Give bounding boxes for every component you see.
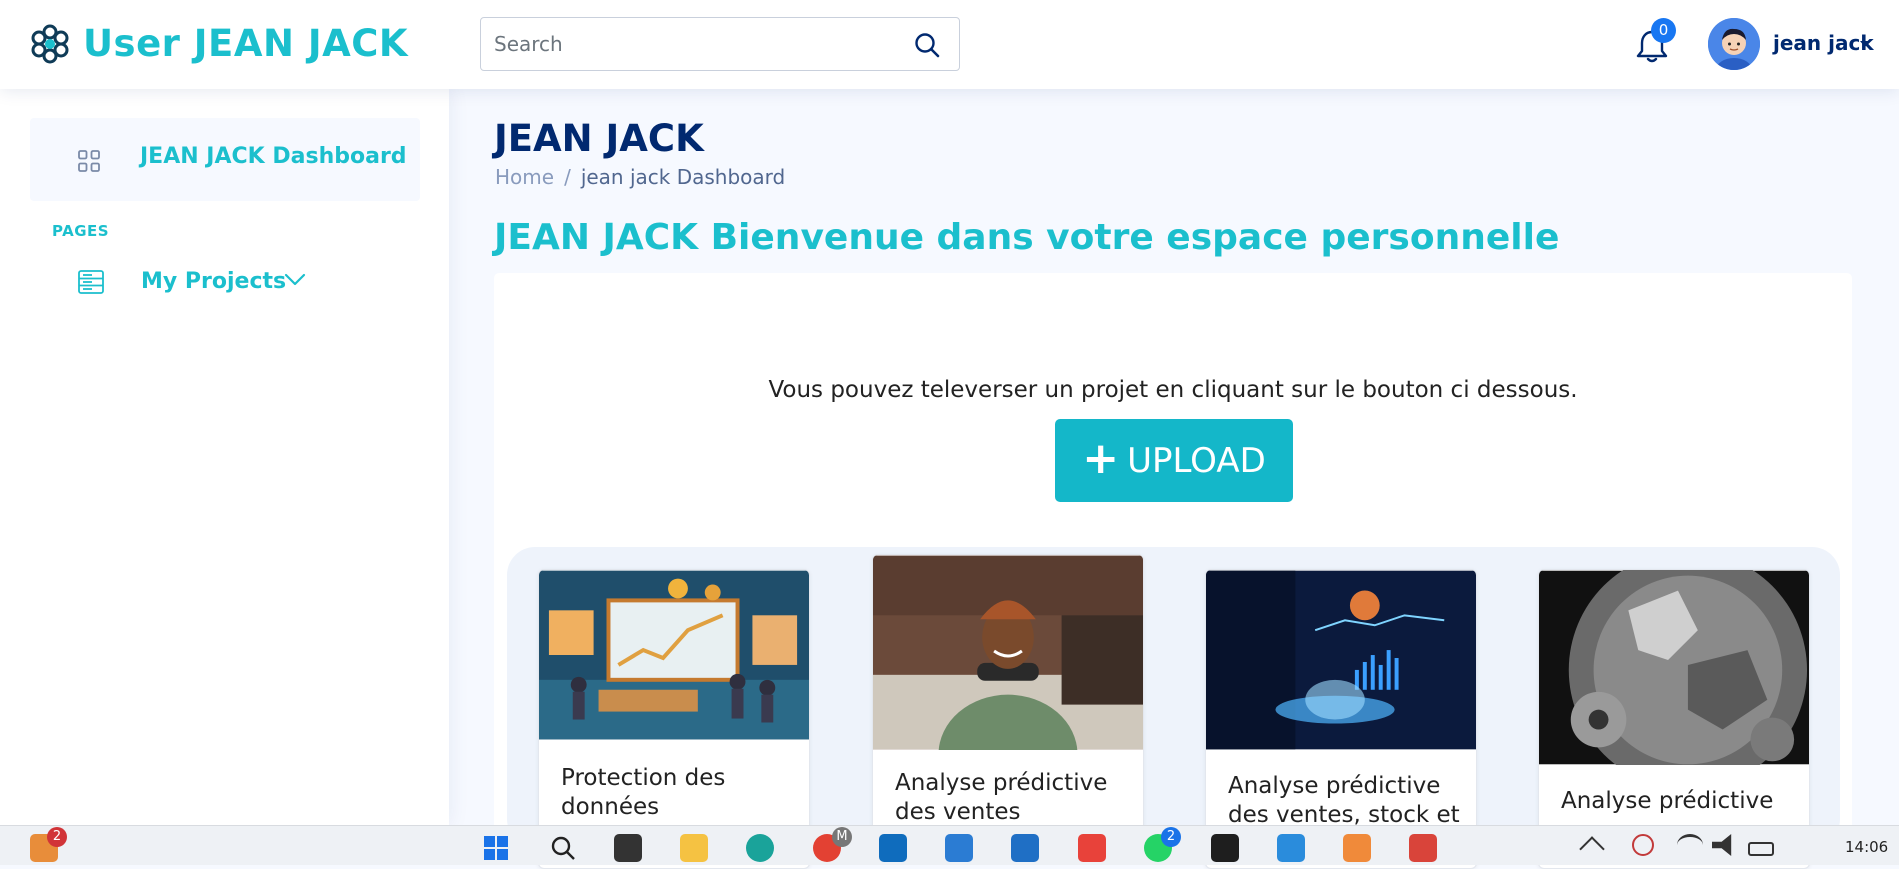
chrome-profile-badge: M xyxy=(832,827,852,847)
page-title: JEAN JACK xyxy=(494,117,704,160)
xampp-icon[interactable] xyxy=(1343,834,1371,862)
project-image-gears xyxy=(1539,570,1809,790)
anydesk-icon[interactable] xyxy=(1078,834,1106,862)
breadcrumb: Home / jean jack Dashboard xyxy=(495,165,785,189)
windows-start-icon[interactable] xyxy=(482,834,510,862)
search-icon[interactable] xyxy=(913,31,941,59)
caret-down-icon[interactable] xyxy=(1860,41,1870,47)
weather-badge: 2 xyxy=(47,827,67,847)
project-image-sales-student xyxy=(873,555,1143,814)
store-icon[interactable] xyxy=(1011,834,1039,862)
battery-icon[interactable] xyxy=(1748,842,1774,856)
content-card: Vous pouvez televerser un projet en cliq… xyxy=(494,273,1852,869)
outlook-new-icon[interactable] xyxy=(945,834,973,862)
taskbar-search-icon[interactable] xyxy=(549,834,577,862)
project-image-sales-stock xyxy=(1206,570,1476,750)
clock[interactable]: 14:06 xyxy=(1845,838,1888,856)
sidebar: JEAN JACK Dashboard PAGES My Projects xyxy=(0,89,449,825)
projects-grid: Protection des données Analyse prédictiv… xyxy=(507,547,1840,869)
layout-text-icon xyxy=(78,270,104,294)
whatsapp-badge: 2 xyxy=(1161,827,1181,847)
project-card[interactable]: Analyse prédictive des ventes, stock et xyxy=(1205,569,1477,869)
task-view-icon[interactable] xyxy=(614,834,642,862)
project-card[interactable]: Analyse prédictive des ventes xyxy=(872,554,1144,854)
search-input[interactable] xyxy=(481,18,881,70)
avatar-image xyxy=(1708,18,1760,70)
logo[interactable]: User JEAN JACK xyxy=(29,22,408,65)
chevron-down-icon[interactable] xyxy=(284,273,306,287)
tray-icon[interactable] xyxy=(1632,834,1654,856)
sidebar-item-label: My Projects xyxy=(141,269,287,294)
sidebar-item-label: JEAN JACK Dashboard xyxy=(140,144,407,169)
logo-text: User JEAN JACK xyxy=(83,22,409,65)
file-explorer-icon[interactable] xyxy=(680,834,708,862)
terminal-icon[interactable] xyxy=(1211,834,1239,862)
notification-badge: 0 xyxy=(1651,18,1676,43)
outlook-icon[interactable] xyxy=(879,834,907,862)
vscode-icon[interactable] xyxy=(1277,834,1305,862)
breadcrumb-current: jean jack Dashboard xyxy=(580,165,786,189)
avatar[interactable] xyxy=(1708,18,1760,70)
volume-icon[interactable] xyxy=(1712,834,1732,856)
project-title: Analyse prédictive xyxy=(1561,788,1774,814)
sidebar-section-heading: PAGES xyxy=(52,222,110,240)
upload-button[interactable]: + UPLOAD xyxy=(1055,419,1293,502)
project-title: Analyse prédictive des ventes, stock et xyxy=(1228,773,1460,828)
search-bar xyxy=(480,17,960,71)
breadcrumb-separator: / xyxy=(564,165,571,189)
top-header: User JEAN JACK 0 jean jack xyxy=(0,0,1899,89)
upload-button-label: UPLOAD xyxy=(1127,440,1266,481)
plus-icon: + xyxy=(1082,432,1120,484)
project-image-data-protection xyxy=(539,570,809,740)
logo-icon xyxy=(31,24,69,63)
project-card[interactable]: Analyse prédictive xyxy=(1538,569,1810,869)
sidebar-item-my-projects[interactable]: My Projects xyxy=(30,249,420,319)
project-card[interactable]: Protection des données xyxy=(538,569,810,869)
project-title: Protection des données xyxy=(561,765,726,820)
upload-instructions: Vous pouvez televerser un projet en cliq… xyxy=(768,377,1578,403)
edge-icon[interactable] xyxy=(746,834,774,862)
wifi-icon[interactable] xyxy=(1677,834,1703,856)
user-menu-label[interactable]: jean jack xyxy=(1773,31,1874,55)
breadcrumb-home-link[interactable]: Home xyxy=(495,165,554,189)
os-taskbar: 2 M 2 14:06 xyxy=(0,825,1899,865)
snipping-tool-icon[interactable] xyxy=(1409,834,1437,862)
grid-icon xyxy=(78,150,100,172)
sidebar-item-dashboard[interactable]: JEAN JACK Dashboard xyxy=(30,118,420,201)
chevron-up-icon[interactable] xyxy=(1579,836,1605,862)
welcome-heading: JEAN JACK Bienvenue dans votre espace pe… xyxy=(494,217,1560,258)
project-title: Analyse prédictive des ventes xyxy=(895,770,1108,825)
